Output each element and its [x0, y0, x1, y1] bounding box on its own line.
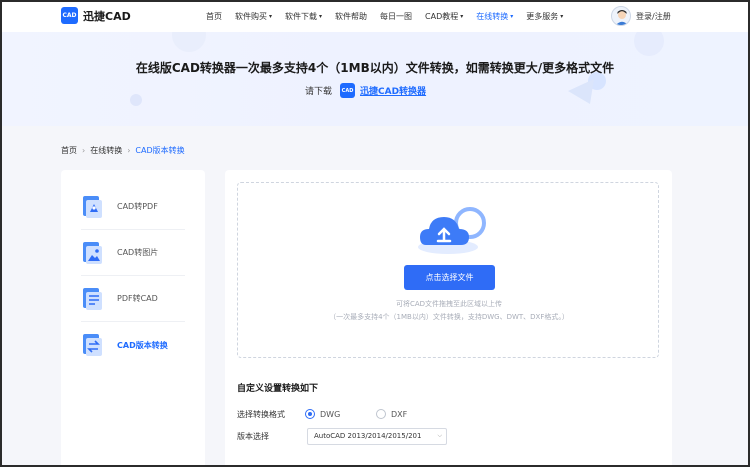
- sidebar-item-label: CAD转PDF: [117, 202, 158, 211]
- cad-version-icon: [81, 333, 103, 357]
- login-register-link[interactable]: 登录/注册: [636, 11, 671, 22]
- tool-sidebar: CAD转PDF CAD转图片 PDF转CAD CAD版本转换: [61, 170, 205, 467]
- breadcrumb: 首页 › 在线转换 › CAD版本转换: [61, 145, 185, 156]
- banner-download-row: 请下载 CAD 迅捷CAD转换器: [305, 83, 426, 98]
- nav-item-3[interactable]: 软件帮助: [335, 11, 367, 22]
- radio-label: DXF: [391, 409, 408, 419]
- version-select[interactable]: AutoCAD 2013/2014/2015/201 ⌵: [307, 428, 447, 445]
- avatar-icon: [615, 10, 629, 25]
- nav-item-label: 首页: [206, 11, 222, 21]
- chevron-down-icon: ▾: [560, 12, 564, 20]
- sidebar-item-label: CAD版本转换: [117, 340, 168, 350]
- sidebar-item-cad-version[interactable]: CAD版本转换: [81, 322, 185, 368]
- nav-item-7[interactable]: 更多服务 ▾: [526, 11, 563, 22]
- radio-label: DWG: [320, 409, 341, 419]
- nav-item-label: 更多服务: [526, 11, 559, 21]
- nav-item-label: 软件下载: [285, 11, 318, 21]
- breadcrumb-separator: ›: [127, 146, 131, 155]
- sidebar-item-pdf-to-cad[interactable]: PDF转CAD: [81, 276, 185, 322]
- download-prefix: 请下载: [305, 87, 333, 97]
- cad-to-pdf-icon: [81, 195, 103, 219]
- sidebar-item-label: PDF转CAD: [117, 294, 158, 303]
- format-label: 选择转换格式: [237, 410, 285, 419]
- logo-text: 迅捷CAD: [83, 9, 131, 23]
- chevron-down-icon: ▾: [269, 12, 273, 20]
- nav-item-2[interactable]: 软件下载 ▾: [285, 11, 322, 22]
- sidebar-item-cad-to-image[interactable]: CAD转图片: [81, 230, 185, 276]
- site-logo[interactable]: CAD 迅捷CAD: [61, 7, 131, 24]
- decor-triangle: [568, 79, 594, 104]
- cad-converter-logo: CAD: [340, 83, 356, 98]
- nav-item-label: 软件购买: [235, 11, 267, 21]
- logo-mark: CAD: [61, 7, 78, 24]
- decor-circle: [634, 32, 664, 56]
- file-drop-zone[interactable]: 点击选择文件 可将CAD文件拖拽至此区域以上传 （一次最多支持4个（1MB以内）…: [237, 182, 659, 358]
- breadcrumb-current: CAD版本转换: [135, 146, 185, 155]
- decor-circle: [130, 94, 142, 106]
- top-header: CAD 迅捷CAD 首页 软件购买 ▾ 软件下载 ▾ 软件帮助 每日一图 CAD教程 ▾ 在线转换…: [0, 0, 750, 32]
- converter-panel: 点击选择文件 可将CAD文件拖拽至此区域以上传 （一次最多支持4个（1MB以内）…: [225, 170, 672, 467]
- sidebar-item-label: CAD转图片: [117, 248, 159, 257]
- avatar[interactable]: [611, 6, 631, 26]
- sidebar-item-cad-to-pdf[interactable]: CAD转PDF: [81, 184, 185, 230]
- chevron-down-icon: ▾: [460, 12, 464, 20]
- cad-to-image-icon: [81, 241, 103, 265]
- nav-item-1[interactable]: 软件购买 ▾: [235, 11, 272, 22]
- nav-item-label: 软件帮助: [335, 11, 368, 21]
- banner-title: 在线版CAD转换器一次最多支持4个（1MB以内）文件转换，如需转换更大/更多格式…: [135, 61, 615, 75]
- breadcrumb-separator: ›: [82, 146, 86, 155]
- breadcrumb-home[interactable]: 首页: [61, 145, 77, 156]
- nav-item-4[interactable]: 每日一图: [380, 11, 412, 22]
- version-select-value: AutoCAD 2013/2014/2015/201: [314, 432, 422, 440]
- cloud-upload-icon: [418, 207, 486, 254]
- main-nav: 首页 软件购买 ▾ 软件下载 ▾ 软件帮助 每日一图 CAD教程 ▾ 在线转换 ▾ 更多服务 ▾: [206, 0, 576, 32]
- radio-button-icon[interactable]: [376, 409, 386, 419]
- radio-button-icon[interactable]: [305, 409, 315, 419]
- nav-item-5[interactable]: CAD教程 ▾: [425, 11, 463, 22]
- nav-item-0[interactable]: 首页: [206, 11, 222, 22]
- format-radio-dwg[interactable]: DWG: [305, 409, 340, 419]
- nav-item-label: CAD教程: [425, 11, 459, 21]
- breadcrumb-online-convert[interactable]: 在线转换: [90, 145, 122, 156]
- chevron-down-icon: ⌵: [437, 432, 442, 439]
- promo-banner: 在线版CAD转换器一次最多支持4个（1MB以内）文件转换，如需转换更大/更多格式…: [0, 32, 750, 126]
- format-radio-dxf[interactable]: DXF: [376, 409, 407, 419]
- nav-item-label: 在线转换: [476, 11, 509, 21]
- pdf-to-cad-icon: [81, 287, 103, 311]
- version-label: 版本选择: [237, 432, 269, 441]
- nav-item-label: 每日一图: [380, 11, 413, 21]
- nav-item-6[interactable]: 在线转换 ▾: [476, 11, 513, 22]
- chevron-down-icon: ▾: [319, 12, 323, 20]
- decor-circle: [172, 32, 206, 52]
- converter-download-link[interactable]: 迅捷CAD转换器: [360, 84, 426, 97]
- chevron-down-icon: ▾: [510, 12, 514, 20]
- drag-hint: 可将CAD文件拖拽至此区域以上传: [395, 300, 503, 308]
- settings-title: 自定义设置转换如下: [237, 384, 319, 394]
- format-hint: （一次最多支持4个（1MB以内）文件转换，支持DWG、DWT、DXF格式。）: [329, 313, 569, 321]
- choose-file-button[interactable]: 点击选择文件: [404, 265, 495, 290]
